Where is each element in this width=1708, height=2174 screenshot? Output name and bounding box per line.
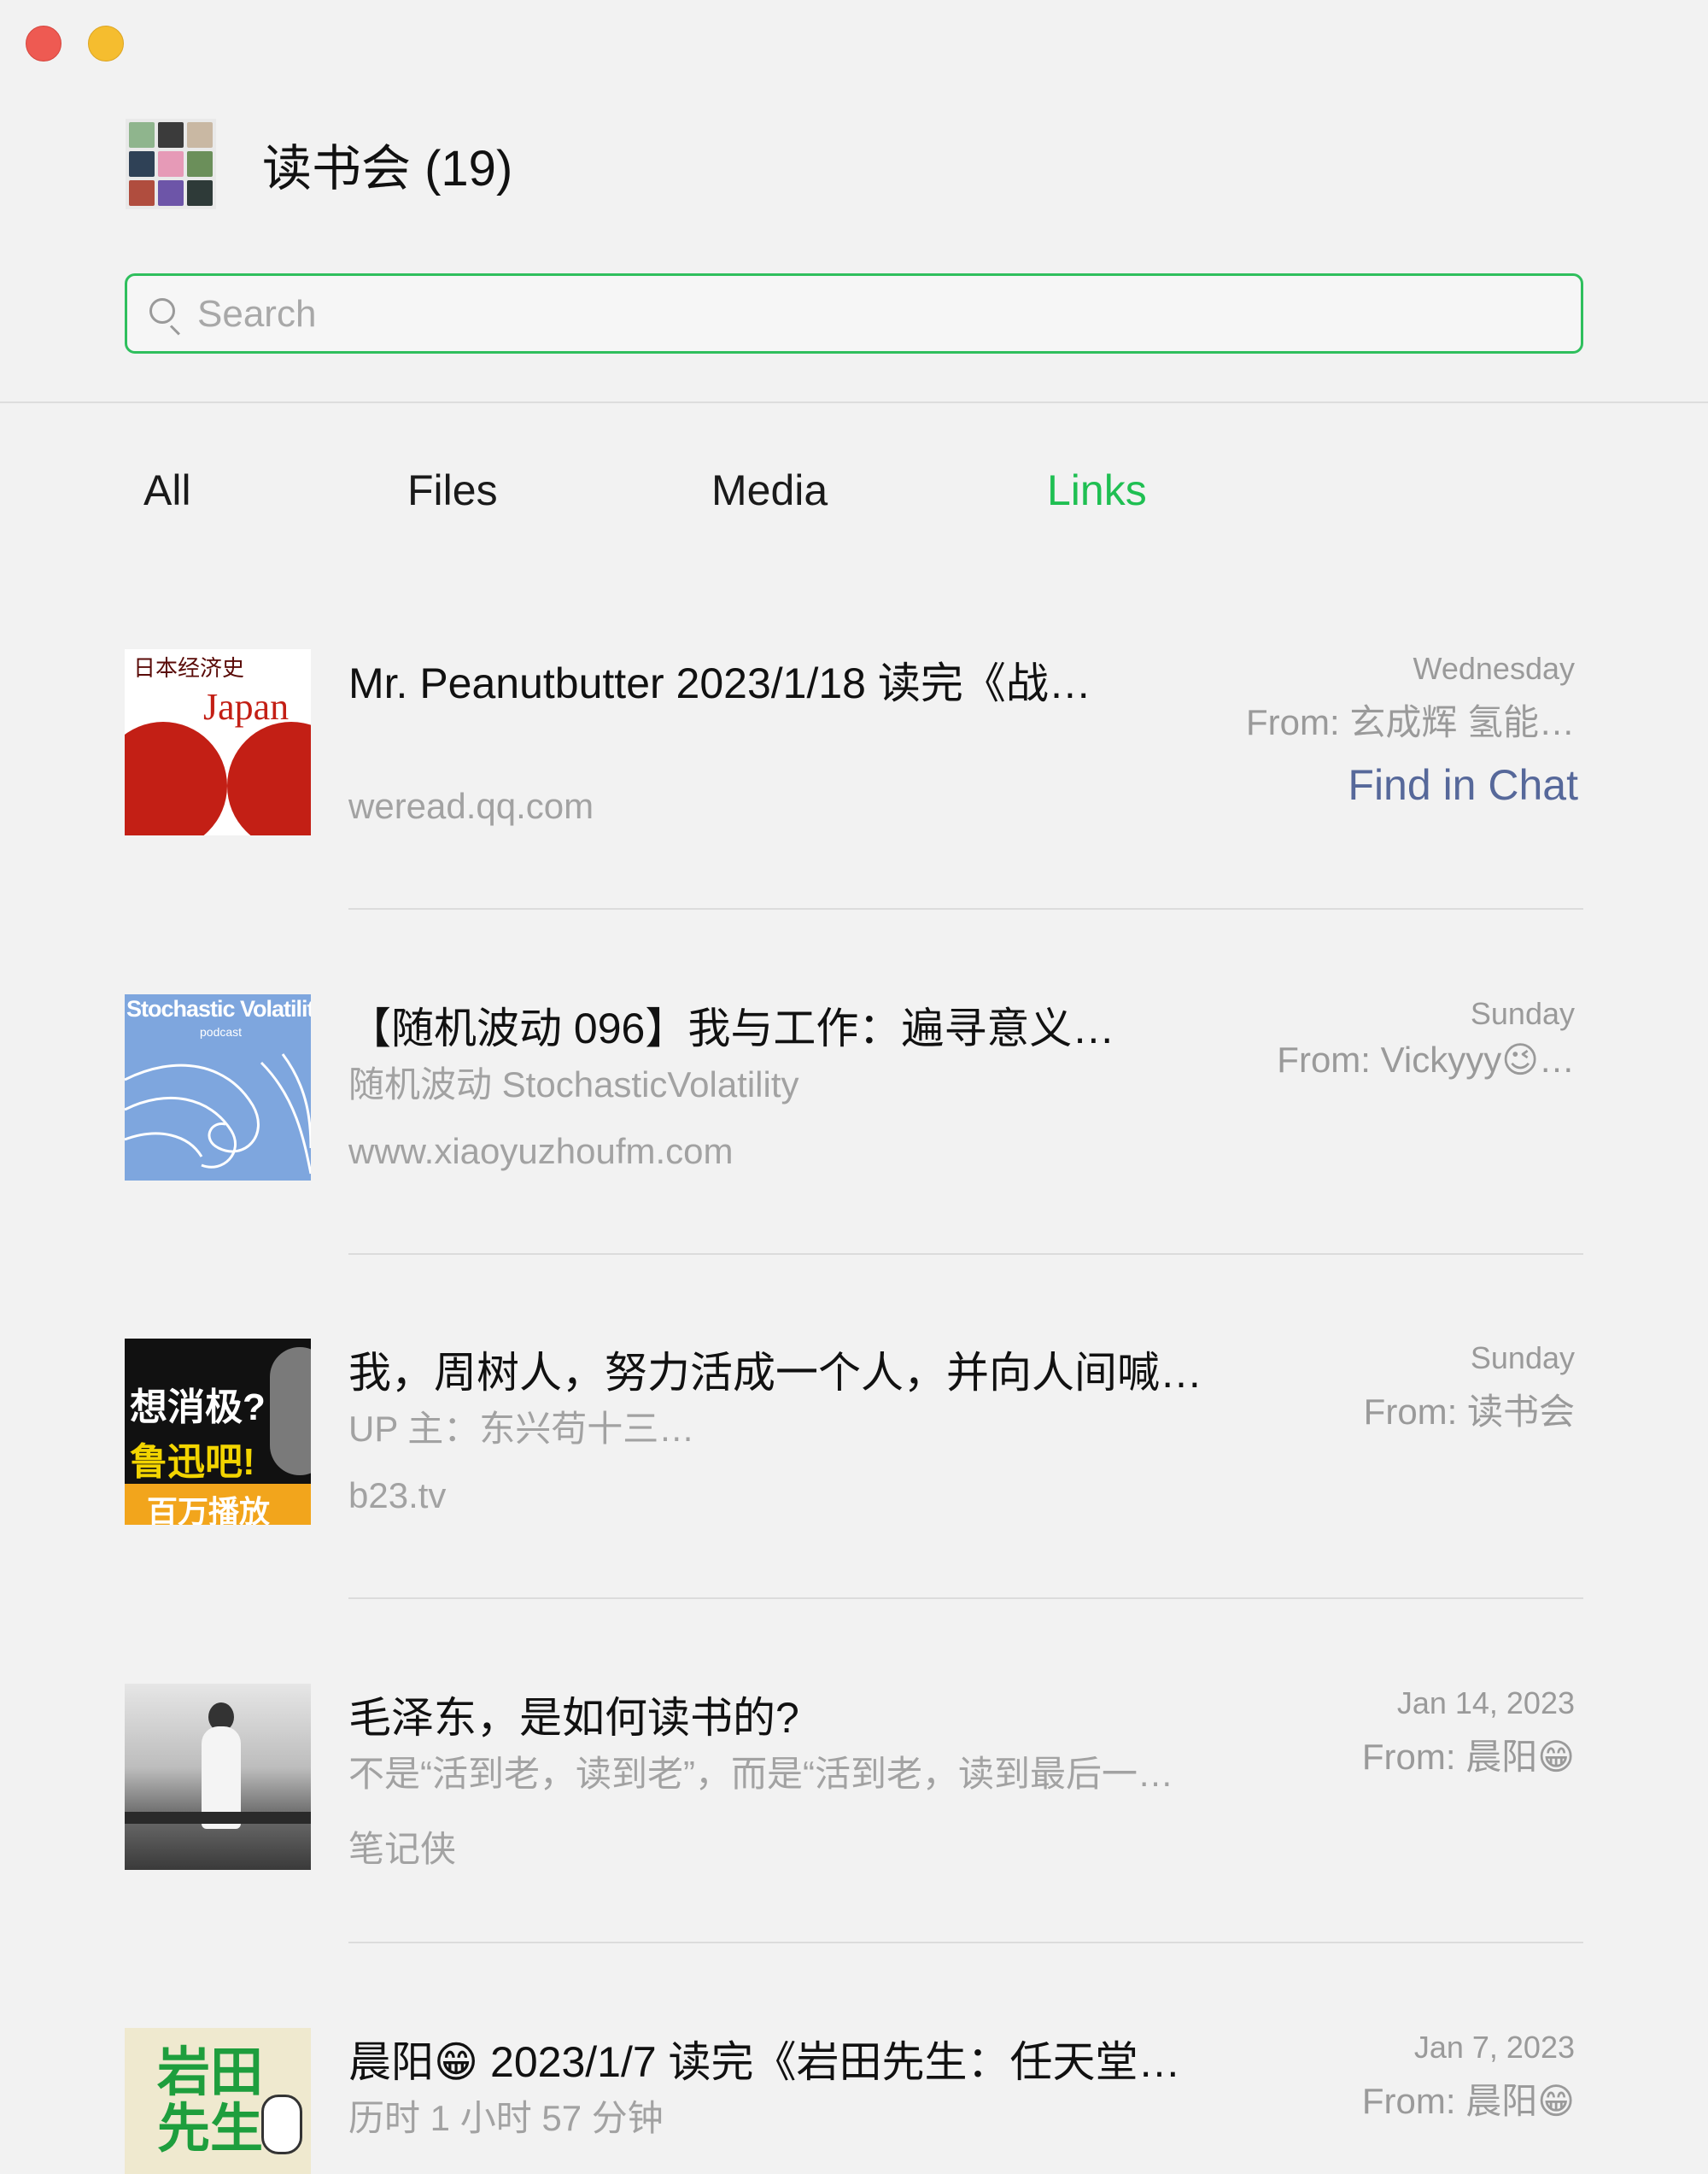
thumbnail-text: 岩田先生: [157, 2043, 264, 2159]
link-title: 毛泽东，是如何读书的?: [348, 1694, 799, 1742]
list-divider: [348, 1942, 1583, 1943]
link-date: Wednesday: [1413, 651, 1575, 686]
link-title: 晨阳😁 2023/1/7 读完《岩田先生：任天堂…: [348, 2038, 1181, 2086]
avatar-tile: [129, 151, 155, 177]
link-title: 【随机波动 096】我与工作：遍寻意义…: [348, 1005, 1115, 1052]
photo-bench: [125, 1812, 311, 1824]
chat-links-window: 读书会 (19) All Files Media Links 日本经济史 Jap…: [0, 0, 1708, 2174]
link-sender: From: 晨阳😁: [1361, 1737, 1575, 1777]
link-sender: From: 晨阳😁: [1361, 2081, 1575, 2121]
cartoon-figure: [261, 2095, 302, 2154]
book-cover-art: [227, 722, 311, 835]
avatar-tile: [129, 122, 155, 148]
link-date: Sunday: [1470, 1340, 1575, 1375]
thumbnail-text: 想消极?: [130, 1386, 266, 1428]
link-thumbnail: 岩田先生: [125, 2028, 311, 2174]
tab-all[interactable]: All: [143, 466, 191, 515]
minimize-button[interactable]: [88, 26, 124, 62]
link-thumbnail: 想消极? 鲁迅吧! 百万播放: [125, 1339, 311, 1525]
thumbnail-text: 日本经济史: [133, 656, 245, 682]
thumbnail-text: Stochastic Volatility: [126, 996, 311, 1022]
book-cover-art: [125, 722, 227, 835]
group-title: 读书会 (19): [262, 141, 513, 196]
link-subtitle: 随机波动 StochasticVolatility: [348, 1064, 799, 1105]
thumbnail-text: podcast: [200, 1025, 243, 1039]
header-divider: [0, 401, 1708, 403]
link-date: Sunday: [1470, 996, 1575, 1031]
list-divider: [348, 1597, 1583, 1599]
link-sender: From: 玄成辉 氢能…: [1246, 702, 1575, 742]
search-input[interactable]: [196, 288, 1548, 341]
link-thumbnail: Stochastic Volatility podcast: [125, 994, 311, 1181]
link-title: Mr. Peanutbutter 2023/1/18 读完《战…: [348, 659, 1091, 707]
tab-media[interactable]: Media: [711, 466, 828, 515]
find-in-chat-link[interactable]: Find in Chat: [1348, 760, 1578, 810]
thumbnail-text: 鲁迅吧!: [130, 1441, 255, 1483]
tab-links[interactable]: Links: [1047, 466, 1147, 515]
link-source: www.xiaoyuzhoufm.com: [348, 1131, 734, 1171]
avatar-tile: [187, 151, 213, 177]
wave-illustration: [125, 1053, 311, 1175]
tab-files[interactable]: Files: [407, 466, 498, 515]
list-divider: [348, 908, 1583, 910]
link-subtitle: 不是“活到老，读到老”，而是“活到老，读到最后一…: [348, 1754, 1173, 1794]
avatar-tile: [158, 151, 184, 177]
link-item[interactable]: 毛泽东，是如何读书的? 不是“活到老，读到老”，而是“活到老，读到最后一… 笔记…: [0, 1684, 1708, 1906]
thumbnail-text: 百万播放: [147, 1494, 271, 1525]
avatar-tile: [158, 180, 184, 206]
link-thumbnail: 日本经济史 Japan: [125, 649, 311, 835]
link-sender: From: 读书会: [1363, 1392, 1575, 1432]
portrait-image: [270, 1347, 311, 1475]
link-title: 我，周树人，努力活成一个人，并向人间喊…: [348, 1349, 1202, 1397]
link-item[interactable]: 岩田先生 晨阳😁 2023/1/7 读完《岩田先生：任天堂… 历时 1 小时 5…: [0, 2028, 1708, 2174]
avatar-tile: [129, 180, 155, 206]
search-box[interactable]: [125, 273, 1583, 354]
link-source: weread.qq.com: [348, 786, 594, 826]
avatar-tile: [187, 180, 213, 206]
group-avatar: [126, 119, 216, 209]
link-thumbnail: [125, 1684, 311, 1870]
link-sender: From: Vickyyy😉…: [1277, 1040, 1575, 1080]
avatar-tile: [187, 122, 213, 148]
avatar-tile: [158, 122, 184, 148]
link-date: Jan 7, 2023: [1413, 2030, 1575, 2065]
link-subtitle: 历时 1 小时 57 分钟: [348, 2098, 664, 2138]
link-item[interactable]: 日本经济史 Japan Mr. Peanutbutter 2023/1/18 读…: [0, 649, 1708, 871]
link-item[interactable]: Stochastic Volatility podcast 【随机波动 096】…: [0, 994, 1708, 1216]
link-source: 笔记侠: [348, 1829, 457, 1869]
thumbnail-text: Japan: [203, 686, 290, 728]
search-icon: [149, 298, 175, 324]
link-date: Jan 14, 2023: [1396, 1685, 1575, 1720]
link-source: b23.tv: [348, 1475, 447, 1515]
close-button[interactable]: [26, 26, 61, 62]
list-divider: [348, 1253, 1583, 1255]
link-subtitle: UP 主：东兴苟十三…: [348, 1409, 695, 1449]
link-item[interactable]: 想消极? 鲁迅吧! 百万播放 我，周树人，努力活成一个人，并向人间喊… UP 主…: [0, 1339, 1708, 1561]
